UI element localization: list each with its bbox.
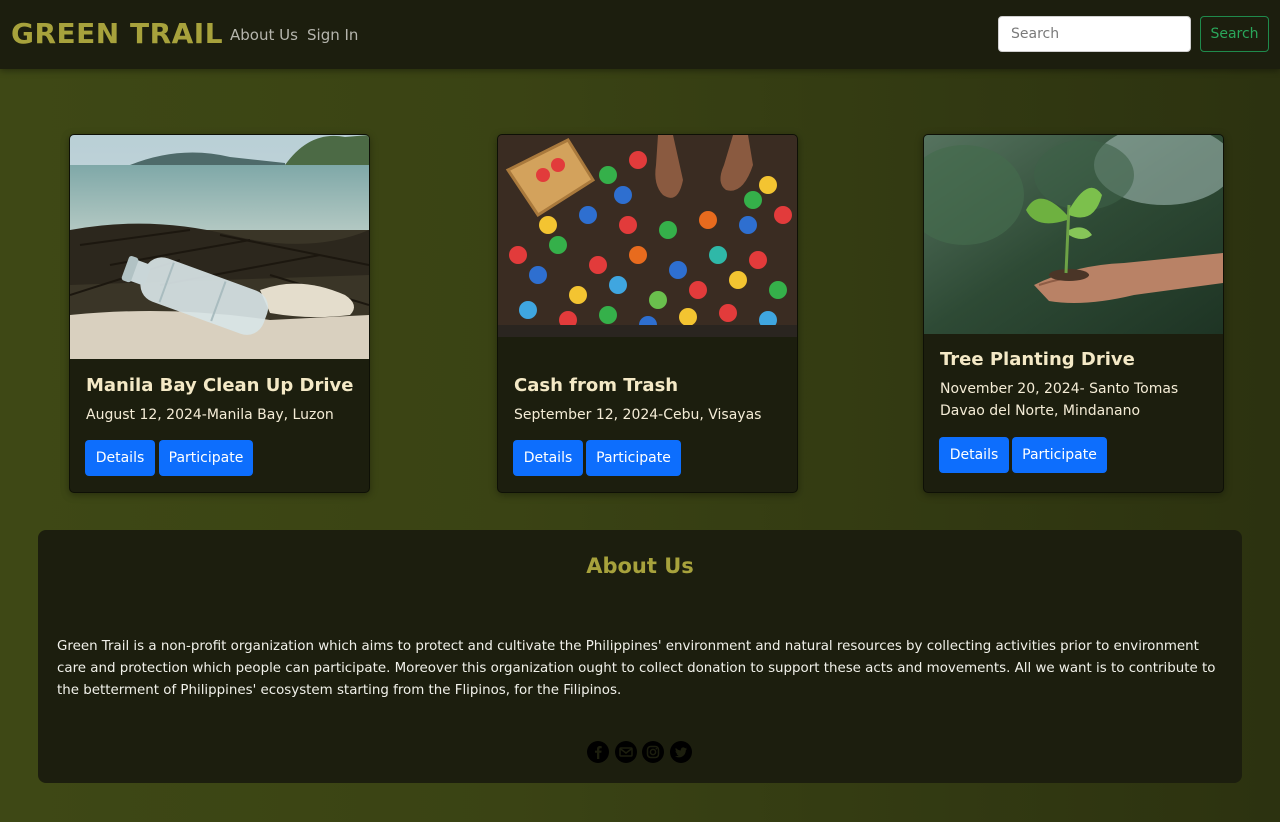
card-title: Tree Planting Drive — [940, 349, 1135, 370]
details-button[interactable]: Details — [939, 437, 1009, 473]
facebook-icon[interactable] — [587, 741, 609, 763]
card-date-location: August 12, 2024-Manila Bay, Luzon — [86, 407, 334, 423]
card-location-line: Davao del Norte, Mindanano — [940, 403, 1141, 419]
details-button[interactable]: Details — [85, 440, 155, 476]
twitter-icon[interactable] — [670, 741, 692, 763]
card-date-line: November 20, 2024- Santo Tomas — [940, 381, 1179, 397]
card-title: Cash from Trash — [514, 375, 679, 396]
event-card-cash-from-trash: Cash from Trash September 12, 2024-Cebu,… — [497, 134, 798, 493]
event-card-manila-bay: Manila Bay Clean Up Drive August 12, 202… — [69, 134, 370, 493]
instagram-icon[interactable] — [642, 741, 664, 763]
beach-bottle-photo — [70, 135, 369, 359]
card-date-location: November 20, 2024- Santo Tomas Davao del… — [940, 378, 1210, 422]
about-title: About Us — [586, 554, 694, 578]
card-date-location: September 12, 2024-Cebu, Visayas — [514, 407, 762, 423]
email-icon[interactable] — [615, 741, 637, 763]
about-description: Green Trail is a non-profit organization… — [57, 639, 1216, 698]
nav-link-about-us[interactable]: About Us — [230, 26, 298, 44]
brand-logo[interactable]: GREEN TRAIL — [11, 17, 223, 50]
nav-link-sign-in[interactable]: Sign In — [307, 26, 358, 44]
event-card-tree-planting: Tree Planting Drive November 20, 2024- S… — [923, 134, 1224, 493]
details-button[interactable]: Details — [513, 440, 583, 476]
search-button[interactable]: Search — [1200, 16, 1269, 52]
navbar: GREEN TRAIL About Us Sign In Search — [0, 0, 1280, 69]
card-title: Manila Bay Clean Up Drive — [86, 375, 354, 396]
participate-button[interactable]: Participate — [586, 440, 681, 476]
about-section: About Us Green Trail is a non-profit org… — [38, 530, 1242, 783]
participate-button[interactable]: Participate — [159, 440, 253, 476]
bottle-caps-photo — [498, 135, 797, 337]
participate-button[interactable]: Participate — [1012, 437, 1107, 473]
seedling-hand-photo — [924, 135, 1223, 334]
search-input[interactable] — [998, 16, 1191, 52]
